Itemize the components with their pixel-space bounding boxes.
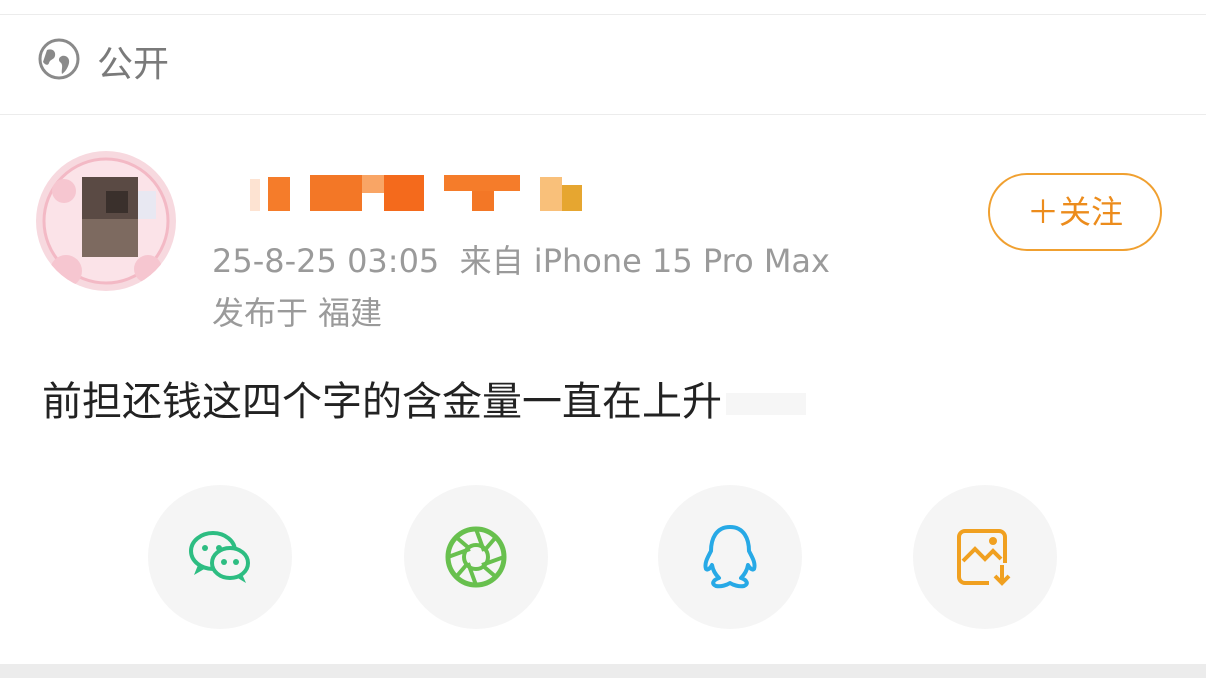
post-timestamp: 25-8-25 03:05: [212, 242, 440, 280]
post-header: 25-8-25 03:05 来自 iPhone 15 Pro Max 发布于 福…: [0, 115, 1206, 345]
wechat-icon: [189, 531, 250, 583]
globe-icon: [38, 38, 80, 80]
avatar[interactable]: [36, 151, 176, 291]
post-meta-time: 25-8-25 03:05 来自 iPhone 15 Pro Max: [212, 241, 830, 281]
share-qq-button[interactable]: [658, 485, 802, 629]
visibility-bar[interactable]: 公开: [0, 15, 1206, 115]
moments-icon: [445, 526, 507, 588]
share-moments-button[interactable]: [404, 485, 548, 629]
post-source: 来自 iPhone 15 Pro Max: [459, 242, 830, 280]
username-mosaic[interactable]: [250, 173, 590, 215]
post-location: 发布于 福建: [212, 294, 383, 332]
post-text-container: 前担还钱这四个字的含金量一直在上升: [42, 374, 806, 430]
blurred-tail: [726, 393, 806, 415]
share-row: [0, 485, 1206, 631]
visibility-label: 公开: [97, 44, 170, 85]
share-save-image-button[interactable]: [913, 485, 1057, 629]
bottom-divider: [0, 664, 1206, 678]
share-wechat-button[interactable]: [148, 485, 292, 629]
top-strip: [0, 0, 1206, 15]
save-image-icon: [957, 529, 1015, 589]
post-text: 前担还钱这四个字的含金量一直在上升: [42, 379, 722, 425]
qq-icon: [703, 525, 757, 589]
follow-button[interactable]: ＋关注: [988, 173, 1162, 251]
